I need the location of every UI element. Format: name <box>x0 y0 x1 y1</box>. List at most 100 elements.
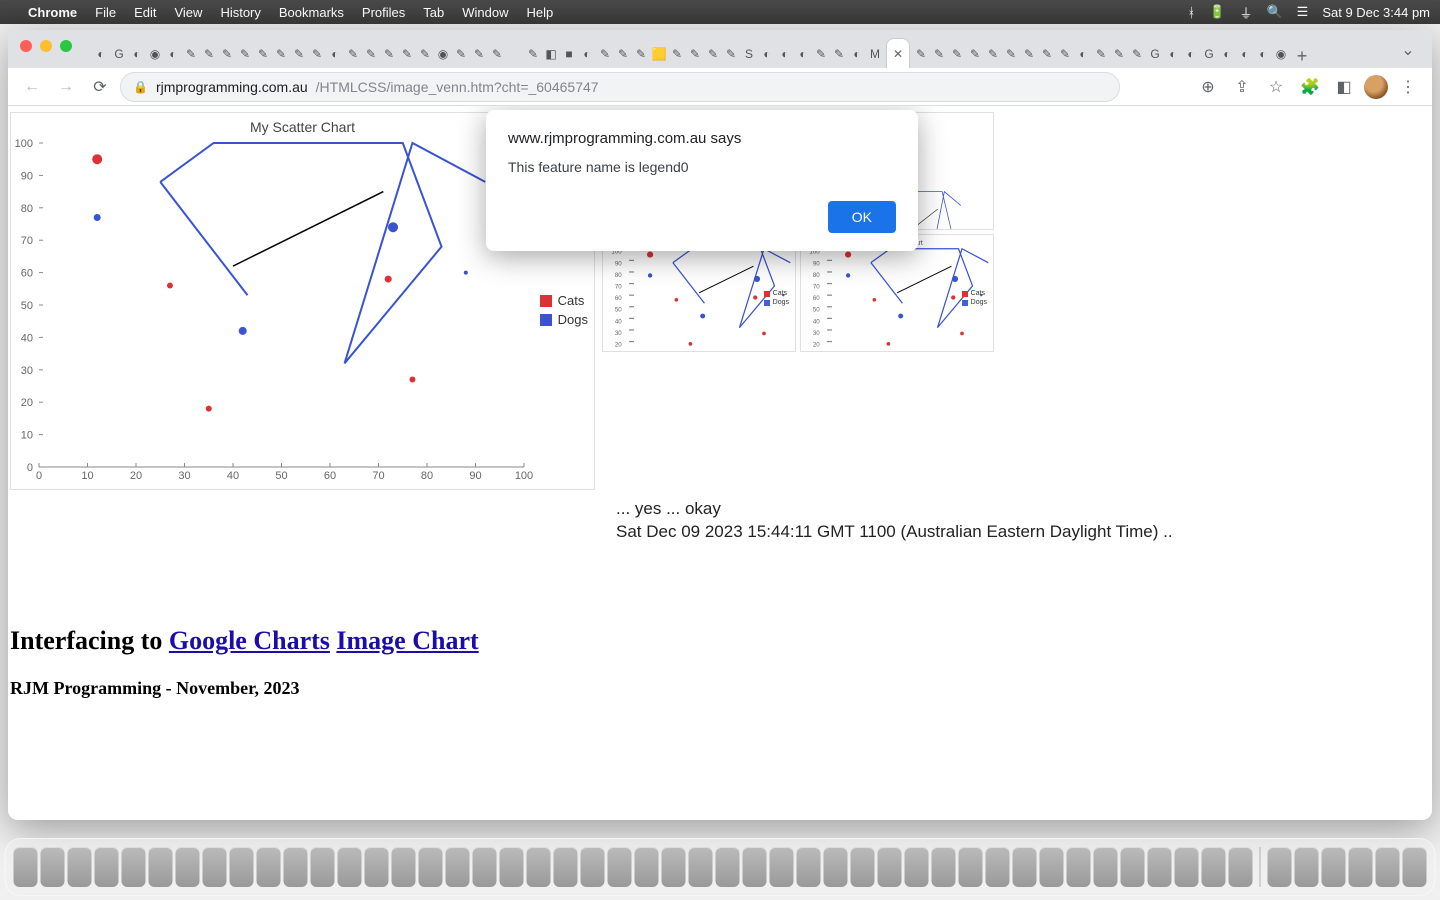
dock-app-icon[interactable] <box>95 847 119 887</box>
battery-icon[interactable]: 🔋 <box>1209 4 1225 20</box>
dock-app-icon[interactable] <box>1295 847 1319 887</box>
dock-app-icon[interactable] <box>500 847 524 887</box>
dock-app-icon[interactable] <box>743 847 767 887</box>
browser-tab[interactable]: ✎ <box>632 40 650 68</box>
browser-tab[interactable]: ◧ <box>542 40 560 68</box>
bookmark-star-icon[interactable]: ☆ <box>1262 73 1290 101</box>
browser-tab[interactable]: ✎ <box>686 40 704 68</box>
dock-app-icon[interactable] <box>365 847 389 887</box>
dock-app-icon[interactable] <box>1268 847 1292 887</box>
dock-app-icon[interactable] <box>1094 847 1118 887</box>
browser-tab[interactable]: ✎ <box>722 40 740 68</box>
browser-tab[interactable]: ◐ <box>1074 40 1092 68</box>
dock-app-icon[interactable] <box>338 847 362 887</box>
browser-tab[interactable]: ◐ <box>164 40 182 68</box>
browser-tab[interactable]: ◐ <box>1254 40 1272 68</box>
browser-tab[interactable]: ✎ <box>362 40 380 68</box>
browser-tab[interactable]: ✎ <box>416 40 434 68</box>
dock-app-icon[interactable] <box>1067 847 1091 887</box>
dock-app-icon[interactable] <box>1121 847 1145 887</box>
browser-tab[interactable]: ✎ <box>1002 40 1020 68</box>
dock-app-icon[interactable] <box>41 847 65 887</box>
all-tabs-dropdown-icon[interactable]: ⌄ <box>1396 38 1420 62</box>
menu-history[interactable]: History <box>220 5 260 20</box>
browser-tab[interactable]: ◐ <box>758 40 776 68</box>
dock-app-icon[interactable] <box>176 847 200 887</box>
chrome-menu-icon[interactable]: ⋮ <box>1394 73 1422 101</box>
dock-app-icon[interactable] <box>716 847 740 887</box>
browser-tab[interactable]: ✎ <box>1092 40 1110 68</box>
browser-tab[interactable]: ✎ <box>308 40 326 68</box>
browser-tab[interactable]: ■ <box>560 40 578 68</box>
dock-app-icon[interactable] <box>230 847 254 887</box>
dock-app-icon[interactable] <box>203 847 227 887</box>
browser-tab[interactable]: ◐ <box>1218 40 1236 68</box>
dialog-ok-button[interactable]: OK <box>828 201 896 233</box>
browser-tab[interactable]: ✎ <box>930 40 948 68</box>
menu-view[interactable]: View <box>174 5 202 20</box>
dock-app-icon[interactable] <box>581 847 605 887</box>
dock-app-icon[interactable] <box>527 847 551 887</box>
dock-app-icon[interactable] <box>1148 847 1172 887</box>
browser-tab[interactable]: ◐ <box>848 40 866 68</box>
browser-tab[interactable]: S <box>740 40 758 68</box>
dock-app-icon[interactable] <box>149 847 173 887</box>
browser-tab[interactable]: ✎ <box>1128 40 1146 68</box>
dock-app-icon[interactable] <box>797 847 821 887</box>
browser-tab[interactable]: ✎ <box>812 40 830 68</box>
close-tab-icon[interactable]: ✕ <box>893 47 903 61</box>
browser-tab[interactable]: ✎ <box>966 40 984 68</box>
browser-tab[interactable]: ◐ <box>776 40 794 68</box>
dock-app-icon[interactable] <box>284 847 308 887</box>
menubar-app-name[interactable]: Chrome <box>28 5 77 20</box>
browser-tab[interactable]: ✎ <box>596 40 614 68</box>
browser-tab[interactable]: ✎ <box>524 40 542 68</box>
chart-legend[interactable]: Cats Dogs <box>540 293 588 331</box>
dock-app-icon[interactable] <box>392 847 416 887</box>
menu-profiles[interactable]: Profiles <box>362 5 405 20</box>
dock-app-icon[interactable] <box>689 847 713 887</box>
dock-app-icon[interactable] <box>905 847 929 887</box>
dock-app-icon[interactable] <box>14 847 38 887</box>
browser-tab[interactable] <box>506 40 524 68</box>
browser-tab[interactable]: ✎ <box>704 40 722 68</box>
back-button[interactable]: ← <box>18 73 46 101</box>
menu-window[interactable]: Window <box>462 5 508 20</box>
browser-tab[interactable]: ✎ <box>614 40 632 68</box>
window-close-button[interactable] <box>20 40 32 52</box>
dock-app-icon[interactable] <box>1403 847 1427 887</box>
bluetooth-icon[interactable]: ᚼ <box>1187 5 1195 20</box>
dock-app-icon[interactable] <box>446 847 470 887</box>
browser-tab[interactable]: ◐ <box>1182 40 1200 68</box>
browser-tab[interactable]: ✎ <box>984 40 1002 68</box>
menu-edit[interactable]: Edit <box>134 5 156 20</box>
menu-bookmarks[interactable]: Bookmarks <box>279 5 344 20</box>
dock-app-icon[interactable] <box>959 847 983 887</box>
thumbnail-4[interactable]: 0102030405060708090100010203040506070809… <box>800 234 994 352</box>
dock-app-icon[interactable] <box>311 847 335 887</box>
dock-app-icon[interactable] <box>1013 847 1037 887</box>
browser-tab[interactable]: ✎ <box>218 40 236 68</box>
dock-app-icon[interactable] <box>770 847 794 887</box>
window-minimize-button[interactable] <box>40 40 52 52</box>
extensions-icon[interactable]: 🧩 <box>1296 73 1324 101</box>
dock-app-icon[interactable] <box>122 847 146 887</box>
browser-tab[interactable]: M <box>866 40 884 68</box>
spotlight-icon[interactable]: 🔍 <box>1266 4 1282 20</box>
browser-tab[interactable]: ◐ <box>128 40 146 68</box>
browser-tab[interactable]: ✎ <box>488 40 506 68</box>
sidepanel-icon[interactable]: ◧ <box>1330 73 1358 101</box>
dock-app-icon[interactable] <box>1202 847 1226 887</box>
browser-tab[interactable]: ✎ <box>452 40 470 68</box>
browser-tab[interactable]: ◐ <box>794 40 812 68</box>
browser-tab[interactable]: ◉ <box>434 40 452 68</box>
chart-plot-area[interactable]: 0102030405060708090100010203040506070809… <box>39 143 524 467</box>
dock-app-icon[interactable] <box>1376 847 1400 887</box>
dock-app-icon[interactable] <box>1040 847 1064 887</box>
browser-tab[interactable]: ✎ <box>1038 40 1056 68</box>
legend-item-cats[interactable]: Cats <box>540 293 588 308</box>
browser-tab[interactable]: ◐ <box>1164 40 1182 68</box>
browser-tab[interactable]: ◉ <box>1272 40 1290 68</box>
dock-app-icon[interactable] <box>1322 847 1346 887</box>
browser-tab[interactable]: ✎ <box>830 40 848 68</box>
